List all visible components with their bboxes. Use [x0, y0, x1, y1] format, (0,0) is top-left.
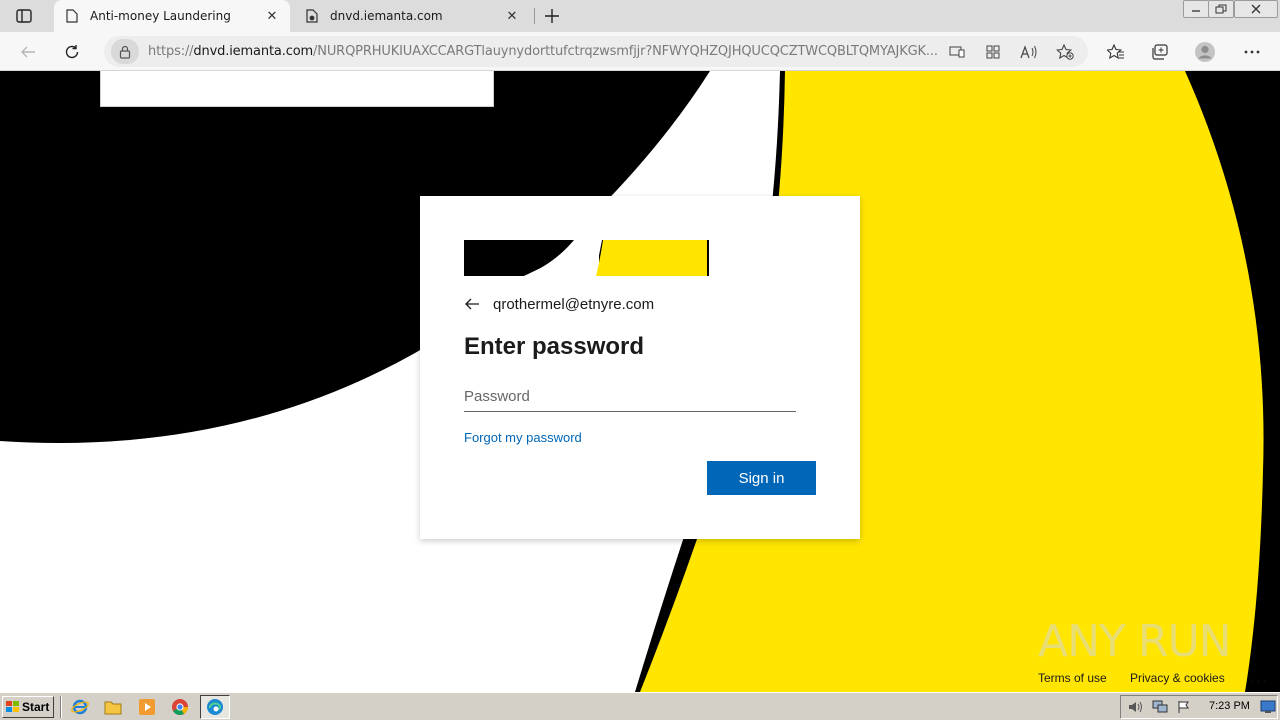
terms-link[interactable]: Terms of use: [1038, 671, 1107, 685]
account-email: qrothermel@etnyre.com: [493, 295, 655, 313]
lock-icon[interactable]: [111, 39, 139, 64]
edge-icon: [206, 698, 224, 716]
password-field[interactable]: [464, 382, 796, 412]
start-button[interactable]: Start: [2, 696, 54, 718]
chrome-icon[interactable]: [170, 697, 190, 717]
clock[interactable]: 7:23 PM: [1209, 700, 1250, 712]
address-bar[interactable]: https://dnvd.iemanta.com/NURQPRHUKIUAXCC…: [104, 36, 1088, 67]
url-text[interactable]: https://dnvd.iemanta.com/NURQPRHUKIUAXCC…: [148, 44, 938, 59]
show-desktop-icon[interactable]: [1259, 699, 1277, 715]
tab-bar: Anti-money Laundering ✕ dnvd.iemanta.com…: [0, 0, 1280, 32]
forgot-password-link[interactable]: Forgot my password: [464, 430, 582, 445]
tab-anti-money-laundering[interactable]: Anti-money Laundering ✕: [54, 0, 290, 32]
windows-taskbar: Start 7:23 PM: [0, 692, 1280, 720]
favorites-icon[interactable]: [1103, 39, 1129, 65]
start-label: Start: [22, 700, 50, 714]
volume-icon[interactable]: [1127, 699, 1145, 715]
url-host: dnvd.iemanta.com: [193, 44, 314, 59]
page-title: Enter password: [464, 333, 645, 360]
watermark-text: ANY RUN: [1038, 615, 1232, 667]
new-tab-icon[interactable]: [540, 4, 564, 28]
read-aloud-icon[interactable]: [1018, 41, 1040, 63]
windows-logo-icon: [6, 701, 20, 713]
page-content: qrothermel@etnyre.com Enter password For…: [0, 71, 1280, 692]
folder-icon[interactable]: [103, 697, 123, 717]
more-options-link[interactable]: . . .: [1250, 671, 1267, 685]
page-warning-icon: [306, 9, 320, 23]
refresh-icon[interactable]: [59, 39, 85, 65]
app-available-icon[interactable]: [946, 41, 968, 63]
privacy-link[interactable]: Privacy & cookies: [1130, 671, 1225, 685]
back-arrow-icon[interactable]: [464, 294, 488, 314]
system-tray: 7:23 PM: [1120, 695, 1278, 719]
anyrun-watermark: ANY RUN: [1038, 609, 1232, 673]
minimize-icon[interactable]: [1183, 0, 1209, 18]
brand-logo: [464, 240, 709, 276]
grid-apps-icon[interactable]: [982, 41, 1004, 63]
close-tab-icon[interactable]: ✕: [504, 8, 520, 24]
back-icon[interactable]: [15, 39, 41, 65]
collections-icon[interactable]: [1147, 39, 1173, 65]
page-icon: [66, 9, 80, 23]
browser-toolbar: https://dnvd.iemanta.com/NURQPRHUKIUAXCC…: [0, 32, 1280, 71]
more-menu-icon[interactable]: [1239, 39, 1265, 65]
tab-title: Anti-money Laundering: [90, 9, 231, 23]
tab-divider: [534, 8, 535, 24]
tab-dnvd-iemanta[interactable]: dnvd.iemanta.com ✕: [294, 0, 530, 32]
login-card: qrothermel@etnyre.com Enter password For…: [420, 196, 860, 539]
taskbar-divider: [60, 696, 62, 718]
close-window-icon[interactable]: [1234, 0, 1278, 18]
restore-icon[interactable]: [1208, 0, 1234, 18]
tab-actions-icon[interactable]: [10, 6, 38, 26]
sign-in-button[interactable]: Sign in: [707, 461, 816, 495]
edge-task-button[interactable]: [200, 695, 230, 719]
identity-row: qrothermel@etnyre.com: [464, 294, 654, 314]
tab-title: dnvd.iemanta.com: [330, 9, 443, 23]
blank-banner: [100, 71, 494, 107]
add-favorite-icon[interactable]: [1054, 41, 1076, 63]
network-icon[interactable]: [1151, 699, 1169, 715]
close-tab-icon[interactable]: ✕: [264, 8, 280, 24]
url-path: /NURQPRHUKIUAXCCARGTlauynydorttufctrqzws…: [313, 44, 938, 59]
profile-avatar-icon[interactable]: [1192, 39, 1218, 65]
action-center-flag-icon[interactable]: [1175, 699, 1193, 715]
media-player-icon[interactable]: [137, 697, 157, 717]
ie-icon[interactable]: [70, 697, 90, 717]
url-scheme: https://: [148, 44, 194, 59]
